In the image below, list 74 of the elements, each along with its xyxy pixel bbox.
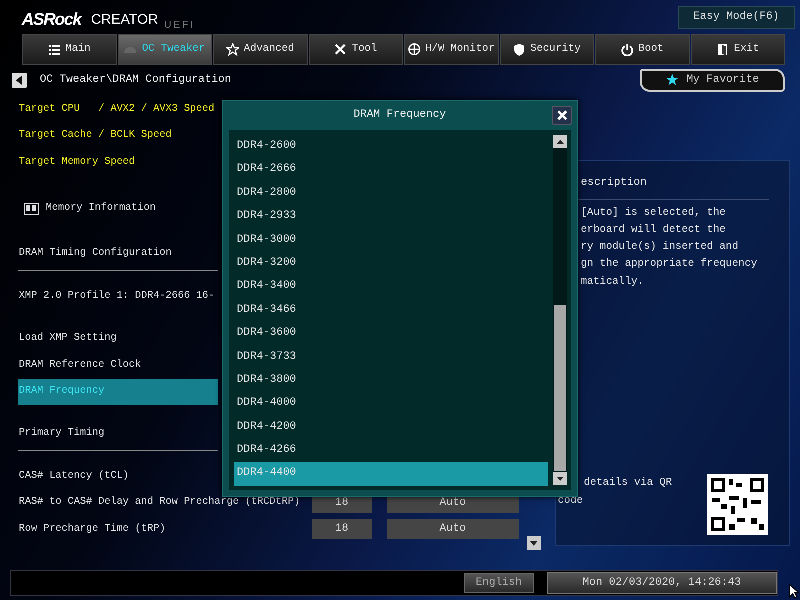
dialog-title: DRAM Frequency bbox=[352, 108, 448, 123]
profile-label: XMP 2.0 Profile 1: DDR4-2666 16- bbox=[18, 290, 215, 304]
description-text: matically. bbox=[580, 274, 646, 290]
edition-label: UEFI bbox=[164, 19, 196, 33]
target-label: Target Memory Speed bbox=[18, 156, 136, 170]
tab[interactable]: Exit bbox=[690, 34, 785, 65]
frequency-option[interactable]: DDR4-4266 bbox=[234, 439, 548, 462]
brand-logo: ASRock bbox=[22, 8, 82, 31]
my-favorite-button[interactable]: My Favorite bbox=[640, 69, 785, 92]
scroll-down-button[interactable] bbox=[553, 472, 567, 485]
close-button[interactable] bbox=[552, 106, 572, 125]
frequency-option[interactable]: DDR4-3466 bbox=[234, 298, 548, 322]
section-title: Primary Timing bbox=[18, 418, 218, 451]
tab[interactable]: OC Tweaker bbox=[118, 34, 212, 65]
target-label: Target Cache / BCLK Speed bbox=[18, 128, 172, 144]
tab[interactable]: H/W Monitor bbox=[404, 34, 498, 65]
scrollbar-thumb[interactable] bbox=[554, 305, 566, 471]
caret-down-icon bbox=[530, 540, 538, 546]
tab[interactable]: Boot bbox=[595, 34, 690, 65]
frequency-option[interactable]: DDR4-2666 bbox=[234, 158, 548, 182]
language-button[interactable]: English bbox=[464, 573, 534, 593]
easy-mode-button[interactable]: Easy Mode(F6) bbox=[678, 6, 795, 29]
setting-label: RAS# to CAS# Delay and Row Precharge (tRCDtRP) bbox=[18, 496, 300, 510]
star-icon bbox=[226, 43, 240, 56]
frequency-option[interactable]: DDR4-3733 bbox=[234, 346, 548, 369]
scroll-down-button[interactable] bbox=[527, 536, 541, 550]
breadcrumb-path: OC Tweaker\DRAM Configuration bbox=[40, 73, 232, 88]
door-icon bbox=[716, 43, 730, 56]
shield-icon bbox=[512, 43, 526, 56]
frequency-option[interactable]: DDR4-2800 bbox=[234, 182, 548, 206]
setting-label: Row Precharge Time (tRP) bbox=[18, 522, 166, 537]
description-text: code bbox=[558, 494, 584, 509]
setting-row[interactable]: Load XMP Setting bbox=[18, 326, 218, 352]
memory-module-icon bbox=[24, 202, 39, 215]
setting-row[interactable]: DRAM Reference Clock bbox=[18, 352, 218, 378]
description-text: erboard will detect the bbox=[580, 222, 727, 238]
value-field[interactable]: 18 bbox=[312, 519, 372, 540]
mouse-cursor-icon bbox=[789, 584, 799, 599]
close-icon bbox=[556, 110, 568, 121]
frequency-option[interactable]: DDR4-2600 bbox=[234, 135, 548, 158]
target-label: Target CPU / AVX2 / AVX3 Speed bbox=[18, 102, 215, 117]
star-icon bbox=[666, 74, 679, 87]
tab[interactable]: Tool bbox=[308, 34, 403, 65]
value-field[interactable]: Auto bbox=[387, 519, 519, 540]
date-time-display: Mon 02/03/2020, 14:26:43 bbox=[547, 572, 777, 594]
section-title: DRAM Timing Configuration bbox=[18, 238, 218, 271]
crosshair-icon bbox=[408, 43, 421, 56]
product-name: CREATOR bbox=[91, 10, 158, 29]
setting-row[interactable]: CAS# Latency (tCL) bbox=[18, 463, 218, 490]
qr-code-icon bbox=[707, 474, 768, 535]
frequency-option[interactable]: DDR4-4000 bbox=[234, 392, 548, 416]
caret-left-icon bbox=[16, 76, 23, 85]
caret-up-icon bbox=[556, 140, 564, 144]
back-button[interactable] bbox=[12, 73, 27, 88]
list-icon bbox=[48, 43, 61, 56]
description-text: details via QR bbox=[584, 476, 672, 491]
frequency-option[interactable]: DDR4-3800 bbox=[234, 368, 548, 392]
tab[interactable]: Security bbox=[500, 34, 594, 65]
scroll-up-button[interactable] bbox=[553, 135, 567, 148]
description-text: [Auto] is selected, the bbox=[580, 206, 727, 220]
frequency-option[interactable]: DDR4-3400 bbox=[234, 275, 548, 299]
section-link[interactable]: Memory Information bbox=[45, 201, 156, 216]
caret-down-icon bbox=[556, 476, 564, 480]
description-text: gn the appropriate frequency bbox=[580, 257, 758, 272]
description-text: ry module(s) inserted and bbox=[580, 240, 740, 256]
frequency-option[interactable]: DDR4-2933 bbox=[234, 205, 548, 229]
frequency-option[interactable]: DDR4-3200 bbox=[234, 252, 548, 276]
frequency-option[interactable]: DDR4-3000 bbox=[234, 228, 548, 252]
frequency-option[interactable]: DDR4-3600 bbox=[234, 322, 548, 346]
frequency-option[interactable]: DDR4-4200 bbox=[234, 416, 548, 440]
power-icon bbox=[620, 43, 634, 56]
tab[interactable]: Advanced bbox=[213, 34, 308, 65]
scrollbar[interactable] bbox=[553, 135, 567, 485]
tab[interactable]: Main bbox=[22, 34, 116, 65]
